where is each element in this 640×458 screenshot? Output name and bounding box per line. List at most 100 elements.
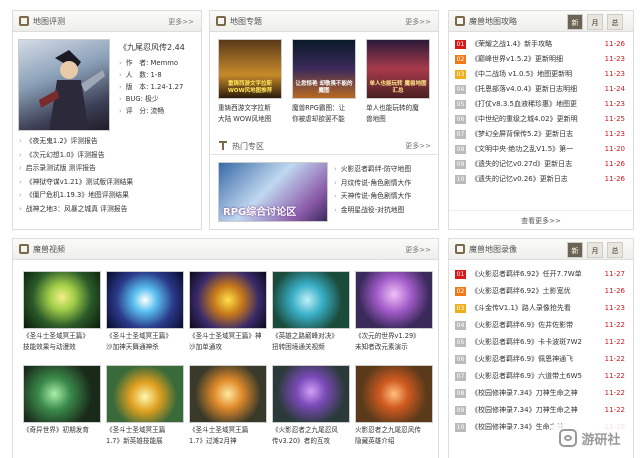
ranking-row[interactable]: 01 《火影忍者羁绊6.92》任开7.7W单 11-27 xyxy=(455,267,627,282)
ranking-row[interactable]: 06 《火影忍者羁绊6.9》佩恩神通飞 11-22 xyxy=(455,352,627,367)
ranking-row[interactable]: 10 《遗失的记忆v0.26》更新日志 11-26 xyxy=(455,172,627,187)
video-ranking-header: 魔兽地图录像 新 月 总 xyxy=(449,239,633,260)
ranking-row[interactable]: 08 《文明中央·绝功之乱V1.5》第一 11-20 xyxy=(455,142,627,157)
ranking-text: 《托恩部落v4.0.4》更新日志明细 xyxy=(471,85,577,93)
ranking-row[interactable]: 04 《托恩部落v4.0.4》更新日志明细 11-24 xyxy=(455,82,627,97)
review-item[interactable]: 《次元幻想1.0》评测报告 xyxy=(19,149,197,163)
ranking-date: 11-22 xyxy=(604,389,625,397)
rank-number: 02 xyxy=(455,286,466,296)
map-review-more-link[interactable]: 更多>> xyxy=(168,17,194,27)
watermark-text: 游研社 xyxy=(581,432,621,448)
review-item[interactable]: 启示录测试版 测评报告 xyxy=(19,162,197,176)
topic-image-1-text: 重铸西游文字拉斯 WOW风地图推荐 xyxy=(227,81,273,94)
topic-caption-1[interactable]: 重铸西游文字拉斯 大陆 WOW风地图 xyxy=(218,103,288,125)
video-thumb[interactable] xyxy=(23,271,101,329)
video-caption[interactable]: 《圣斗士圣域冥王篇》神 沙加单通攻 xyxy=(189,331,269,353)
video-thumb[interactable] xyxy=(355,365,433,423)
ranking-row[interactable]: 05 《火影忍者羁绊6.9》卡卡波斑7W2 11-22 xyxy=(455,335,627,350)
feature-map-image[interactable] xyxy=(18,39,110,131)
tab-new[interactable]: 新 xyxy=(567,14,583,30)
hot-zone-item[interactable]: 火影忍者羁绊-防守地图 xyxy=(334,163,436,177)
review-item[interactable]: 《僵尸危机1.19.3》地图评测结果 xyxy=(19,189,197,203)
video-caption[interactable]: 《圣斗士圣域冥王篇》 沙加神天舞通神杀 xyxy=(106,331,186,353)
video-caption[interactable]: 《圣斗士圣域冥王篇 1.7》新英雄技能展 xyxy=(106,425,186,447)
rpg-forum-banner[interactable]: RPG综合讨论区 xyxy=(218,162,328,222)
ranking-row[interactable]: 07 《火影忍者羁绊6.9》六道带土6W5 11-22 xyxy=(455,369,627,384)
video-thumb[interactable] xyxy=(106,271,184,329)
tab-total[interactable]: 总 xyxy=(607,242,623,258)
video-caption[interactable]: 火影忍者之九尾忍风传 隐藏英雄介绍 xyxy=(355,425,435,447)
ranking-row[interactable]: 03 《中二战场 v1.0.5》地图更新明 11-23 xyxy=(455,67,627,82)
topic-image-3[interactable]: 单人也能玩转 魔兽地图汇总 xyxy=(366,39,430,99)
video-thumb[interactable] xyxy=(106,365,184,423)
video-thumb[interactable] xyxy=(189,365,267,423)
topic-caption-line: 魔兽RPG霸图：让 xyxy=(292,104,346,112)
rank-number: 01 xyxy=(455,269,466,279)
video-thumb[interactable] xyxy=(355,271,433,329)
tab-total[interactable]: 总 xyxy=(607,14,623,30)
map-ranking-header: 魔兽地图攻略 新 月 总 xyxy=(449,11,633,32)
ranking-date: 11-25 xyxy=(604,115,625,123)
topic-image-2[interactable]: 让您惊艳 却敬畏不能的魔图 xyxy=(292,39,356,99)
topic-image-1[interactable]: 重铸西游文字拉斯 WOW风地图推荐 xyxy=(218,39,282,99)
video-caption[interactable]: 《圣斗士圣域冥王篇》 技能效果与动漫效 xyxy=(23,331,103,353)
watermark-icon xyxy=(559,429,578,447)
ranking-row[interactable]: 09 《遗失的记忆v0.27d》更新日志 11-26 xyxy=(455,157,627,172)
map-video-title: 魔兽视频 xyxy=(33,245,65,254)
review-item[interactable]: 《夜无鬼1.2》评测报告 xyxy=(19,135,197,149)
review-item[interactable]: 战神之地3：风暴之城真 评测报告 xyxy=(19,203,197,217)
video-caption-line: 《圣斗士圣域冥王篇 xyxy=(189,426,249,434)
rank-number: 01 xyxy=(455,39,466,49)
video-caption[interactable]: 《英雄之路巅峰对决》 扭转困境通关视频 xyxy=(272,331,352,353)
video-caption-line: 1.7》新英雄技能展 xyxy=(106,437,163,445)
ranking-row[interactable]: 06 《中世纪的重级之城4.02》更新明 11-25 xyxy=(455,112,627,127)
hot-zone-item[interactable]: 月纹传说-角色剧情大作 xyxy=(334,177,436,191)
map-topics-title: 地图专题 xyxy=(230,17,262,26)
rank-number: 07 xyxy=(455,129,466,139)
video-thumb[interactable] xyxy=(189,271,267,329)
hot-zone-more-link[interactable]: 更多>> xyxy=(405,141,431,151)
map-ranking-more-link[interactable]: 查看更多>> xyxy=(449,210,633,226)
rank-number: 04 xyxy=(455,320,466,330)
video-icon xyxy=(19,244,29,254)
tab-month[interactable]: 月 xyxy=(587,242,603,258)
rank-number: 06 xyxy=(455,114,466,124)
video-thumb[interactable] xyxy=(272,365,350,423)
ranking-row[interactable]: 03 《斗金传V1.1》路人录像抢先看 11-23 xyxy=(455,301,627,316)
topic-caption-2[interactable]: 魔兽RPG霸图：让 你被虐却欲罢不能 xyxy=(292,103,362,125)
ranking-row[interactable]: 02 《火影忍者羁绊6.92》土影宽优 11-26 xyxy=(455,284,627,299)
video-thumb[interactable] xyxy=(23,365,101,423)
chart-icon xyxy=(455,244,465,254)
ranking-text: 《中二战场 v1.0.5》地图更新明 xyxy=(471,70,573,78)
video-caption[interactable]: 《奇异世界》初期发育 xyxy=(23,425,103,436)
video-caption-line: 沙加单通攻 xyxy=(189,343,222,351)
ranking-row[interactable]: 04 《火影忍者羁绊6.9》佐井佐影带 11-22 xyxy=(455,318,627,333)
ranking-row[interactable]: 02 《巅峰世界v1.5.2》更新明细 11-23 xyxy=(455,52,627,67)
hot-zone-item[interactable]: 天神传说-角色剧情大作 xyxy=(334,190,436,204)
ranking-row[interactable]: 01 《荣耀之战1.4》新手攻略 11-26 xyxy=(455,37,627,52)
feature-map-name[interactable]: 《九尾忍风传2.44 xyxy=(119,42,185,53)
ranking-row[interactable]: 07 《梦幻全屏背保传5.2》更新日志 11-23 xyxy=(455,127,627,142)
ranking-row[interactable]: 09 《校园修神录7.34》刀神生命之神 11-22 xyxy=(455,403,627,418)
video-caption[interactable]: 《火影忍者之九尾忍风 传v3.20》者的互攻 xyxy=(272,425,352,447)
video-thumb[interactable] xyxy=(272,271,350,329)
ranking-row[interactable]: 08 《校园修神录7.34》刀神生命之神 11-22 xyxy=(455,386,627,401)
info-row: 版 本: 1.24-1.27 xyxy=(119,81,184,93)
map-video-more-link[interactable]: 更多>> xyxy=(405,245,431,255)
tab-month[interactable]: 月 xyxy=(587,14,603,30)
ranking-text: 《斗金传V1.1》路人录像抢先看 xyxy=(471,304,571,312)
ranking-date: 11-22 xyxy=(604,355,625,363)
ranking-date: 11-22 xyxy=(604,372,625,380)
video-caption[interactable]: 《圣斗士圣域冥王篇 1.7》过滩2月神 xyxy=(189,425,269,447)
hot-zone-item[interactable]: 金明星战役-对抗地图 xyxy=(334,204,436,218)
video-caption[interactable]: 《次元的世界v1.29》 未知者改元素演示 xyxy=(355,331,435,353)
video-caption-line: 《火影忍者之九尾忍风 xyxy=(272,426,338,434)
ranking-row[interactable]: 05 《打仗v8.3.5血液稀珍惠》地图更 11-23 xyxy=(455,97,627,112)
video-caption-line: 《奇异世界》初期发育 xyxy=(23,426,89,434)
map-topics-more-link[interactable]: 更多>> xyxy=(405,17,431,27)
video-caption-line: 隐藏英雄介绍 xyxy=(355,437,395,445)
topic-caption-3[interactable]: 单人也能玩转的魔 兽地图 xyxy=(366,103,436,125)
review-item[interactable]: 《神狱夺谋v1.21》测试版评测结果 xyxy=(19,176,197,190)
topic-caption-line: 兽地图 xyxy=(366,115,386,123)
tab-new[interactable]: 新 xyxy=(567,242,583,258)
